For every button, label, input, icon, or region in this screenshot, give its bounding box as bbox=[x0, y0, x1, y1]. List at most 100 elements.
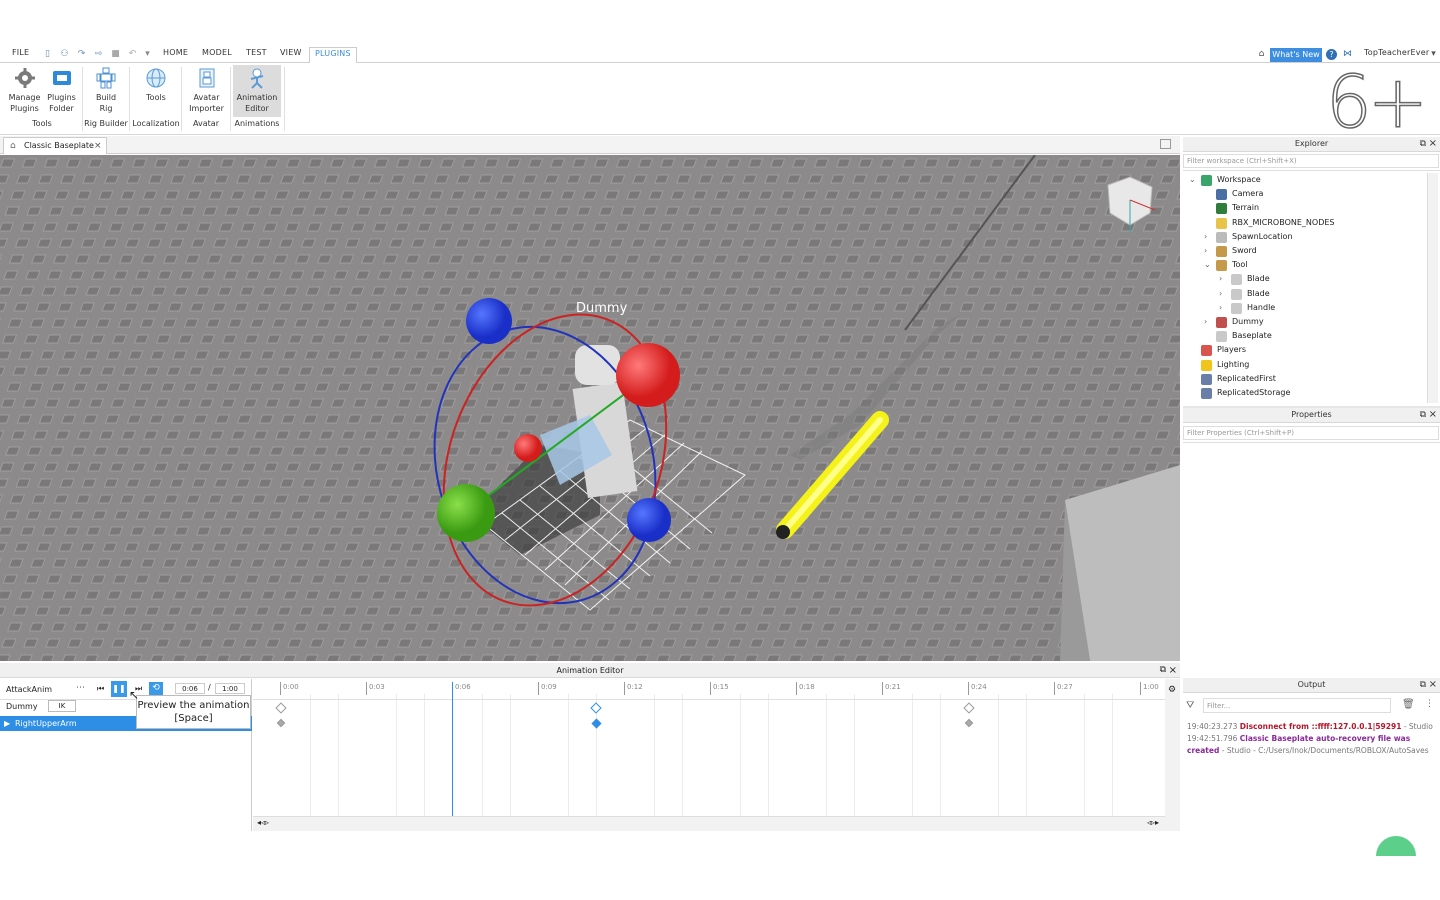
close-icon[interactable]: × bbox=[1429, 408, 1437, 422]
close-icon[interactable]: × bbox=[94, 138, 102, 154]
maximize-viewport-icon[interactable] bbox=[1160, 139, 1171, 149]
tree-item-players[interactable]: Players bbox=[1217, 344, 1246, 356]
build-rig-button[interactable]: Build Rig bbox=[92, 65, 120, 114]
loop-toggle-icon[interactable]: ⟲ bbox=[149, 682, 163, 695]
tree-item-replicatedstorage[interactable]: ReplicatedStorage bbox=[1217, 387, 1290, 399]
tree-item-lighting[interactable]: Lighting bbox=[1217, 359, 1249, 371]
explorer-scrollbar[interactable] bbox=[1427, 173, 1438, 403]
tree-item-tool[interactable]: Tool bbox=[1232, 259, 1248, 271]
keyframe-track[interactable] bbox=[276, 718, 286, 728]
tree-item-icon bbox=[1216, 217, 1227, 229]
output-title: Output bbox=[1297, 680, 1326, 689]
tree-item-terrain[interactable]: Terrain bbox=[1232, 202, 1259, 214]
tree-item-dummy[interactable]: Dummy bbox=[1232, 316, 1264, 328]
expand-chevron-icon[interactable]: › bbox=[1219, 288, 1222, 300]
output-header: Output ⧉ × bbox=[1183, 678, 1440, 693]
expand-chevron-icon[interactable]: › bbox=[1204, 316, 1207, 328]
float-panel-icon[interactable]: ⧉ bbox=[1420, 678, 1426, 692]
grid-line bbox=[911, 694, 913, 816]
username[interactable]: TopTeacherEver bbox=[1364, 48, 1429, 57]
end-time-input[interactable]: 1:00 bbox=[215, 683, 245, 694]
tree-item-camera[interactable]: Camera bbox=[1232, 188, 1263, 200]
tree-item-spawnlocation[interactable]: SpawnLocation bbox=[1232, 231, 1293, 243]
animation-editor-button[interactable]: Animation Editor bbox=[233, 65, 281, 117]
float-panel-icon[interactable]: ⧉ bbox=[1160, 663, 1166, 678]
ruler-tick-label: 0:18 bbox=[799, 683, 815, 691]
ik-button[interactable]: IK bbox=[48, 700, 76, 712]
share-network-icon[interactable]: ⋈ bbox=[1342, 49, 1353, 60]
menu-tab-test[interactable]: TEST bbox=[246, 48, 267, 57]
more-options-icon[interactable]: ⋯ bbox=[76, 683, 85, 693]
localization-tools-button[interactable]: Tools bbox=[140, 65, 172, 103]
undo-icon[interactable]: ↶ bbox=[127, 49, 138, 60]
current-time-input[interactable]: 0:06 bbox=[175, 683, 205, 694]
publish-icon[interactable]: ⇨ bbox=[93, 49, 104, 60]
settings-gear-icon[interactable]: ⚙ bbox=[1168, 685, 1176, 695]
avatar-importer-button[interactable]: Avatar Importer bbox=[188, 65, 225, 114]
float-panel-icon[interactable]: ⧉ bbox=[1420, 408, 1426, 422]
collapse-chevron-icon[interactable]: ⌄ bbox=[1189, 174, 1196, 186]
plugins-folder-button[interactable]: Plugins Folder bbox=[45, 65, 78, 114]
expand-chevron-icon[interactable]: › bbox=[1219, 273, 1222, 285]
menu-tab-file[interactable]: FILE bbox=[12, 48, 29, 57]
tree-item-rbx_microbone_nodes[interactable]: RBX_MICROBONE_NODES bbox=[1232, 217, 1335, 229]
expand-icon[interactable]: ▶ bbox=[4, 716, 10, 731]
playhead[interactable] bbox=[452, 682, 453, 816]
tab-classic-baseplate[interactable]: ⌂ Classic Baseplate × bbox=[3, 137, 107, 154]
collapse-chevron-icon[interactable]: ⌄ bbox=[1204, 259, 1211, 271]
skip-to-start-icon[interactable]: ⏮ bbox=[97, 684, 104, 694]
expand-chevron-icon[interactable]: › bbox=[1204, 245, 1207, 257]
tree-item-replicatedfirst[interactable]: ReplicatedFirst bbox=[1217, 373, 1276, 385]
keyframe-summary[interactable] bbox=[275, 702, 287, 714]
share-icon[interactable]: ↷ bbox=[76, 49, 87, 60]
tree-item-workspace[interactable]: Workspace bbox=[1217, 174, 1261, 186]
menu-tab-plugins[interactable]: PLUGINS bbox=[309, 47, 357, 63]
menu-tab-view[interactable]: VIEW bbox=[280, 48, 302, 57]
scroll-right-icon[interactable]: ◃▹▸ bbox=[1147, 818, 1159, 827]
close-icon[interactable]: × bbox=[1429, 678, 1437, 692]
explorer-filter-input[interactable]: Filter workspace (Ctrl+Shift+X) bbox=[1183, 154, 1439, 168]
grid-line bbox=[424, 694, 426, 816]
properties-filter-input[interactable]: Filter Properties (Ctrl+Shift+P) bbox=[1183, 426, 1439, 440]
cloud-icon[interactable]: ⌂ bbox=[1256, 49, 1267, 60]
play-pause-button[interactable]: ❚❚ bbox=[111, 681, 127, 697]
grid-line bbox=[1083, 694, 1085, 816]
dropdown-icon[interactable]: ▾ bbox=[142, 49, 153, 60]
whats-new-button[interactable]: What's New bbox=[1270, 48, 1322, 62]
more-options-icon[interactable]: ⋮ bbox=[1425, 699, 1434, 709]
output-filter-input[interactable]: Filter... bbox=[1203, 698, 1391, 713]
tree-item-baseplate[interactable]: Baseplate bbox=[1232, 330, 1272, 342]
team-icon[interactable]: ⚇ bbox=[59, 49, 70, 60]
save-icon[interactable]: ■ bbox=[110, 49, 121, 60]
user-dropdown-icon[interactable]: ▾ bbox=[1428, 49, 1439, 60]
close-icon[interactable]: × bbox=[1169, 663, 1177, 678]
animation-timeline[interactable]: 0:00 0:03 0:06 0:09 0:12 0:15 0:18 0:21 0:24 0:27… bbox=[253, 679, 1165, 816]
animation-icon bbox=[246, 67, 268, 89]
keyframe-track[interactable] bbox=[591, 718, 602, 729]
chat-bubble[interactable] bbox=[1376, 836, 1416, 856]
keyframe-summary[interactable] bbox=[590, 702, 602, 714]
manage-plugins-button[interactable]: Manage Plugins bbox=[6, 65, 43, 114]
scroll-left-icon[interactable]: ◂◃▹ bbox=[257, 818, 269, 827]
timeline-scrollbar[interactable]: ◂◃▹ ◃▹▸ bbox=[253, 816, 1165, 831]
tree-item-blade[interactable]: Blade bbox=[1247, 288, 1270, 300]
tree-item-blade[interactable]: Blade bbox=[1247, 273, 1270, 285]
3d-viewport[interactable]: Dummy bbox=[0, 155, 1180, 661]
trash-icon[interactable]: 🗑 bbox=[1402, 699, 1415, 710]
menu-tab-home[interactable]: HOME bbox=[163, 48, 188, 57]
tree-item-handle[interactable]: Handle bbox=[1247, 302, 1275, 314]
float-panel-icon[interactable]: ⧉ bbox=[1420, 137, 1426, 151]
filter-icon[interactable]: ⛛ bbox=[1186, 700, 1194, 711]
keyframe-summary[interactable] bbox=[963, 702, 975, 714]
expand-chevron-icon[interactable]: › bbox=[1219, 302, 1222, 314]
tree-item-icon bbox=[1216, 189, 1227, 201]
new-file-icon[interactable]: ▯ bbox=[42, 49, 53, 60]
help-icon[interactable]: ? bbox=[1326, 49, 1337, 60]
menu-tab-model[interactable]: MODEL bbox=[202, 48, 232, 57]
close-icon[interactable]: × bbox=[1429, 137, 1437, 151]
keyframe-track[interactable] bbox=[964, 718, 974, 728]
expand-chevron-icon[interactable]: › bbox=[1204, 231, 1207, 243]
tree-item-sword[interactable]: Sword bbox=[1232, 245, 1257, 257]
group-label-rig-builder: Rig Builder bbox=[84, 119, 128, 128]
globe-icon bbox=[145, 67, 167, 89]
